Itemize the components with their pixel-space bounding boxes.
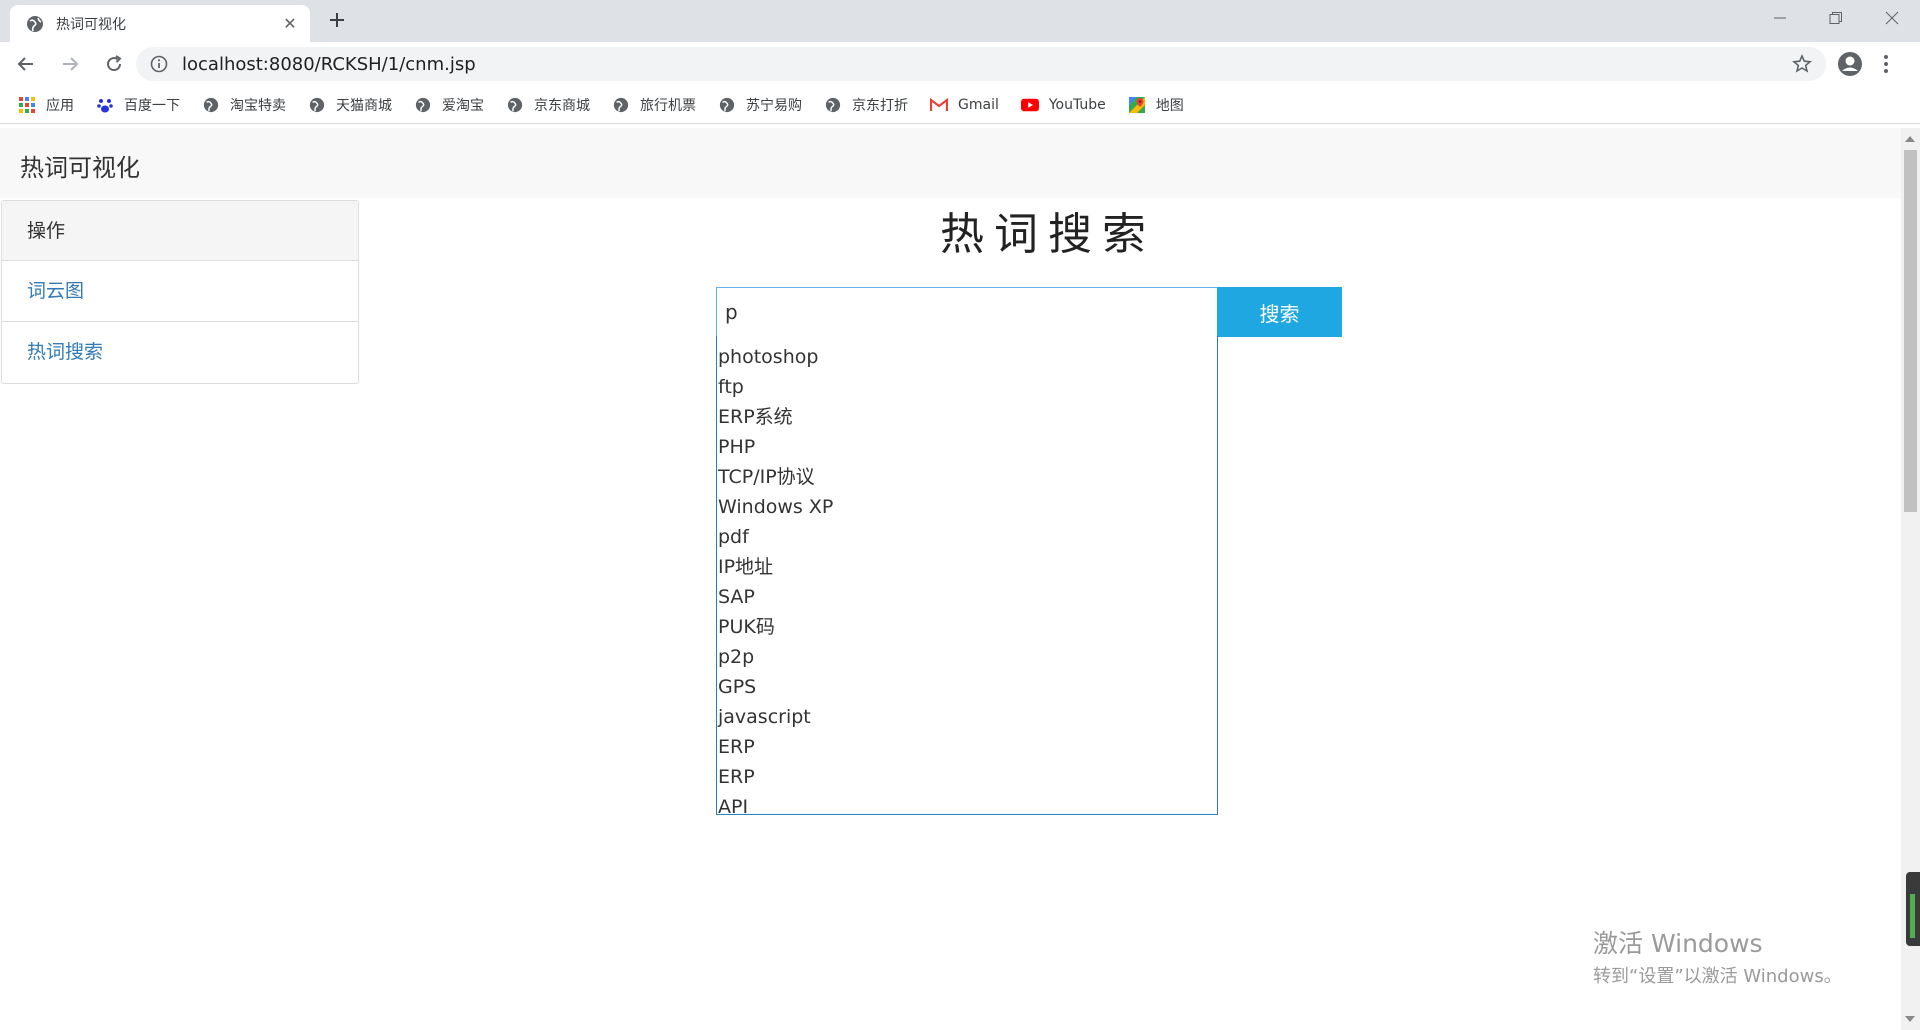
suggestion-item[interactable]: Windows XP — [717, 492, 1217, 522]
bookmark-ai-taobao[interactable]: 爱淘宝 — [414, 95, 484, 115]
suggestion-item[interactable]: GPS — [717, 672, 1217, 702]
close-icon — [1885, 11, 1899, 25]
suggestion-item[interactable]: TCP/IP协议 — [717, 462, 1217, 492]
bookmark-label: 京东打折 — [852, 97, 908, 114]
kebab-menu-icon[interactable] — [1880, 50, 1892, 78]
restore-icon — [1829, 12, 1842, 24]
browser-toolbar: localhost:8080/RCKSH/1/cnm.jsp — [0, 42, 1920, 86]
suggestion-item[interactable]: javascript — [717, 702, 1217, 732]
youtube-icon — [1020, 96, 1039, 114]
apps-grid-icon — [18, 96, 36, 114]
bookmark-tmall[interactable]: 天猫商城 — [308, 95, 392, 115]
bookmark-label: 淘宝特卖 — [230, 97, 286, 114]
bookmark-taobao[interactable]: 淘宝特卖 — [202, 95, 286, 115]
suggestion-item[interactable]: ERP — [717, 732, 1217, 762]
suggestion-item[interactable]: ERP系统 — [717, 402, 1217, 432]
windows-activation-watermark: 激活 Windows 转到“设置”以激活 Windows。 — [1593, 924, 1842, 988]
suggestion-item[interactable]: PHP — [717, 432, 1217, 462]
bookmark-label: 京东商城 — [534, 97, 590, 114]
globe-icon — [414, 96, 432, 114]
navbar-brand[interactable]: 热词可视化 — [20, 148, 140, 183]
suggestion-item[interactable]: ERP — [717, 762, 1217, 792]
forward-button[interactable] — [52, 46, 88, 82]
reload-button[interactable] — [96, 46, 132, 82]
bookmark-label: 应用 — [46, 97, 74, 114]
bookmark-label: 爱淘宝 — [442, 97, 484, 114]
side-widget[interactable] — [1906, 872, 1920, 946]
minimize-icon — [1774, 17, 1786, 19]
tab-title: 热词可视化 — [56, 16, 126, 33]
new-tab-button[interactable] — [322, 6, 352, 36]
restore-button[interactable] — [1808, 0, 1864, 36]
address-bar[interactable]: localhost:8080/RCKSH/1/cnm.jsp — [136, 47, 1826, 81]
bookmark-jd-discount[interactable]: 京东打折 — [824, 95, 908, 115]
bookmark-label: YouTube — [1048, 96, 1106, 113]
plus-icon — [330, 13, 344, 27]
bookmark-gmail[interactable]: Gmail — [930, 96, 999, 114]
navbar: 热词可视化 — [0, 128, 1901, 198]
bookmark-youtube[interactable]: YouTube — [1020, 96, 1106, 114]
baidu-paw-icon — [96, 96, 114, 114]
star-icon[interactable] — [1792, 54, 1812, 74]
gmail-icon — [930, 96, 948, 114]
bookmark-suning[interactable]: 苏宁易购 — [718, 95, 802, 115]
globe-icon — [506, 96, 524, 114]
close-icon[interactable]: ✕ — [280, 14, 300, 33]
globe-icon — [612, 96, 630, 114]
globe-icon — [718, 96, 736, 114]
maps-icon — [1128, 96, 1146, 114]
globe-icon — [27, 15, 43, 32]
sidebar-item-hotword-search[interactable]: 热词搜索 — [2, 322, 358, 383]
reload-icon — [107, 55, 122, 72]
bookmark-apps[interactable]: 应用 — [18, 95, 74, 115]
bookmark-maps[interactable]: 地图 — [1128, 95, 1184, 115]
suggestion-item[interactable]: IP地址 — [717, 552, 1217, 582]
page-viewport: 热词可视化 操作 词云图 热词搜索 热词搜索 搜索 photoshop ftp … — [0, 128, 1901, 1030]
tab-strip: 热词可视化 ✕ — [0, 0, 1920, 42]
bookmark-label: 地图 — [1155, 97, 1184, 114]
activation-subtitle: 转到“设置”以激活 Windows。 — [1593, 966, 1842, 987]
suggestion-dropdown: photoshop ftp ERP系统 PHP TCP/IP协议 Windows… — [716, 336, 1218, 818]
globe-icon — [824, 96, 842, 114]
url-text[interactable]: localhost:8080/RCKSH/1/cnm.jsp — [182, 54, 476, 75]
scroll-thumb[interactable] — [1904, 150, 1917, 512]
scroll-down-icon[interactable] — [1905, 1016, 1915, 1022]
bookmarks-bar: 应用 百度一下 淘宝特卖 天猫商城 爱淘宝 京东商城 旅行机票 苏宁易购 京东打… — [0, 86, 1920, 124]
suggestion-item[interactable]: ftp — [717, 372, 1217, 402]
bookmark-jd[interactable]: 京东商城 — [506, 95, 590, 115]
search-input[interactable] — [716, 287, 1218, 337]
back-button[interactable] — [8, 46, 44, 82]
bookmark-label: 苏宁易购 — [746, 97, 802, 114]
sidebar-item-wordcloud[interactable]: 词云图 — [2, 261, 358, 322]
close-window-button[interactable] — [1864, 0, 1920, 36]
suggestion-item[interactable]: photoshop — [717, 342, 1217, 372]
window-controls — [1752, 0, 1920, 36]
activation-title: 激活 Windows — [1593, 929, 1763, 958]
bookmark-travel[interactable]: 旅行机票 — [612, 95, 696, 115]
page-title: 热词搜索 — [940, 209, 1156, 260]
profile-icon[interactable] — [1836, 50, 1864, 78]
bookmark-label: 旅行机票 — [640, 97, 696, 114]
suggestion-item[interactable]: pdf — [717, 522, 1217, 552]
suggestion-item[interactable]: API — [717, 792, 1217, 822]
scroll-up-icon[interactable] — [1905, 136, 1915, 142]
sidebar-panel: 操作 词云图 热词搜索 — [1, 200, 359, 384]
minimize-button[interactable] — [1752, 0, 1808, 36]
bookmark-label: 百度一下 — [124, 97, 180, 114]
level-meter-icon — [1910, 894, 1915, 938]
sidebar-heading: 操作 — [2, 201, 358, 261]
arrow-left-icon — [17, 57, 33, 71]
suggestion-item[interactable]: SAP — [717, 582, 1217, 612]
bookmark-label: Gmail — [958, 96, 999, 113]
suggestion-item[interactable]: p2p — [717, 642, 1217, 672]
browser-tab[interactable]: 热词可视化 ✕ — [10, 5, 310, 42]
suggestion-item[interactable]: PUK码 — [717, 612, 1217, 642]
arrow-right-icon — [63, 57, 79, 71]
globe-icon — [202, 96, 220, 114]
bookmark-label: 天猫商城 — [336, 97, 392, 114]
bookmark-baidu[interactable]: 百度一下 — [96, 95, 180, 115]
search-button[interactable]: 搜索 — [1217, 287, 1342, 337]
info-icon[interactable] — [150, 55, 168, 73]
globe-icon — [308, 96, 326, 114]
